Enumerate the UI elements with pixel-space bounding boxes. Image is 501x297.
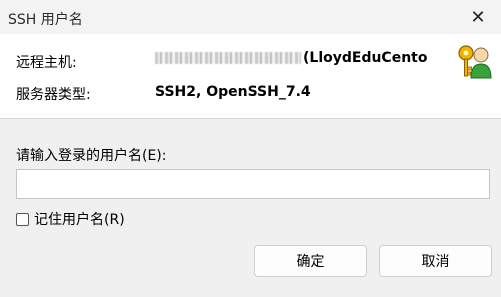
- user-key-icon: [458, 45, 492, 79]
- remote-host-label: 远程主机:: [16, 55, 77, 71]
- host-info-panel: 远程主机: (LloydEduCento 服务器类型: SSH2, OpenSS…: [0, 34, 501, 119]
- remote-host-name: (LloydEduCento: [303, 50, 428, 66]
- server-type-label: 服务器类型:: [16, 87, 91, 103]
- remember-username-label: 记住用户名(R): [34, 212, 125, 228]
- ok-button[interactable]: 确定: [254, 245, 367, 277]
- close-button[interactable]: ✕: [467, 6, 489, 28]
- window-title: SSH 用户名: [8, 12, 83, 28]
- title-bar: SSH 用户名 ✕: [0, 0, 501, 34]
- server-type-value: SSH2, OpenSSH_7.4: [155, 84, 311, 100]
- checkbox-box[interactable]: [16, 212, 29, 226]
- close-icon: ✕: [470, 6, 486, 28]
- remember-username-checkbox[interactable]: 记住用户名(R): [16, 209, 125, 229]
- redacted-ip: [155, 52, 301, 64]
- username-prompt: 请输入登录的用户名(E):: [16, 148, 167, 164]
- cancel-button[interactable]: 取消: [379, 245, 492, 277]
- remote-host-value: (LloydEduCento: [155, 50, 427, 66]
- username-input[interactable]: [16, 169, 490, 199]
